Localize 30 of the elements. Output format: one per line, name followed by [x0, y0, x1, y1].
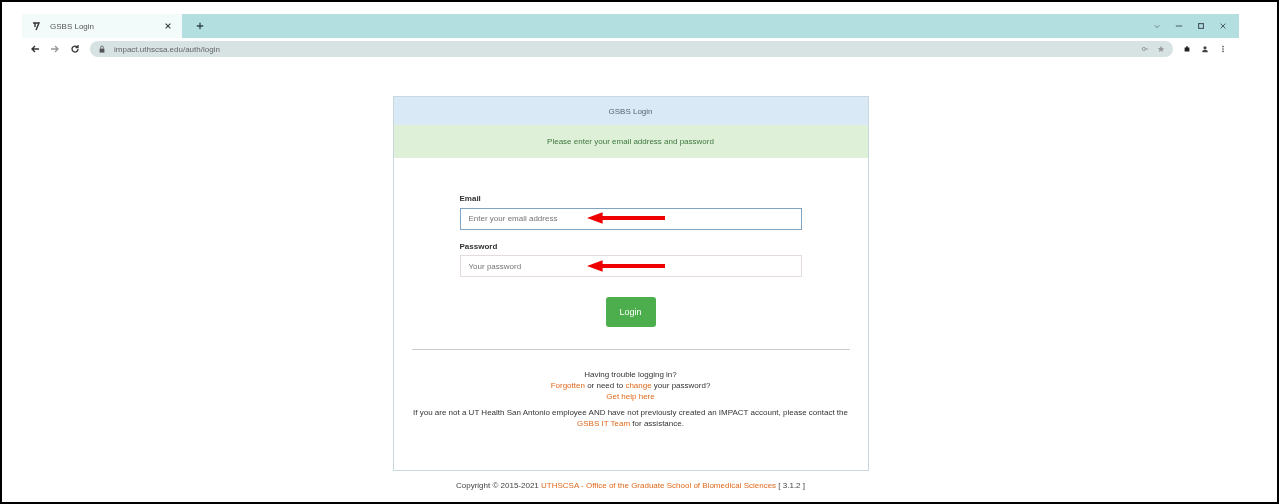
change-link[interactable]: change — [625, 381, 652, 390]
message-text: Please enter your email address and password — [547, 137, 714, 146]
team-link[interactable]: GSBS IT Team — [577, 419, 631, 429]
new-tab-icon[interactable] — [196, 22, 204, 30]
help-text: Having trouble logging in? — [584, 370, 677, 379]
star-icon[interactable] — [1157, 45, 1165, 53]
help-text: If you are not a UT Health San Antonio employee AND have not previously created an IMPACT account, please contact the GSBS IT Team for assistance. — [412, 407, 849, 430]
arrow-icon — [586, 212, 665, 224]
browser-tab[interactable]: GSBS Login — [22, 14, 182, 38]
footer-text: Copyright © 2015-2021 UTHSCSA - Office of the Graduate School of Biomedical Sciences [ 3.1.2 ] — [455, 481, 805, 490]
footer-link[interactable]: UTHSCSA - Office of the Graduate School of Biomedical Sciences — [541, 481, 777, 490]
back-arrow-icon[interactable] — [30, 44, 40, 54]
profile-icon[interactable] — [1201, 45, 1209, 53]
reload-icon[interactable] — [70, 44, 80, 54]
address-bar[interactable]: impact.uthscsa.edu/auth/login — [90, 41, 1173, 57]
close-icon[interactable] — [1219, 22, 1227, 30]
restore-icon[interactable] — [1197, 22, 1205, 30]
lock-icon — [98, 45, 106, 53]
login-button[interactable]: Login — [605, 297, 656, 327]
forgotten-link[interactable]: Forgotten — [550, 381, 585, 390]
input-field[interactable]: Enter your email address — [459, 207, 802, 230]
close-icon[interactable] — [164, 22, 172, 30]
forward-arrow-icon[interactable] — [50, 44, 60, 54]
field-label: Password — [459, 241, 499, 251]
more-icon[interactable] — [1219, 45, 1227, 53]
help-text: Forgotten or need to change your password? — [550, 381, 711, 390]
arrow-icon — [586, 259, 665, 272]
help-link[interactable]: Get help here — [606, 392, 655, 401]
field-label: Email — [459, 194, 482, 203]
card-title: GSBS Login — [608, 106, 653, 116]
